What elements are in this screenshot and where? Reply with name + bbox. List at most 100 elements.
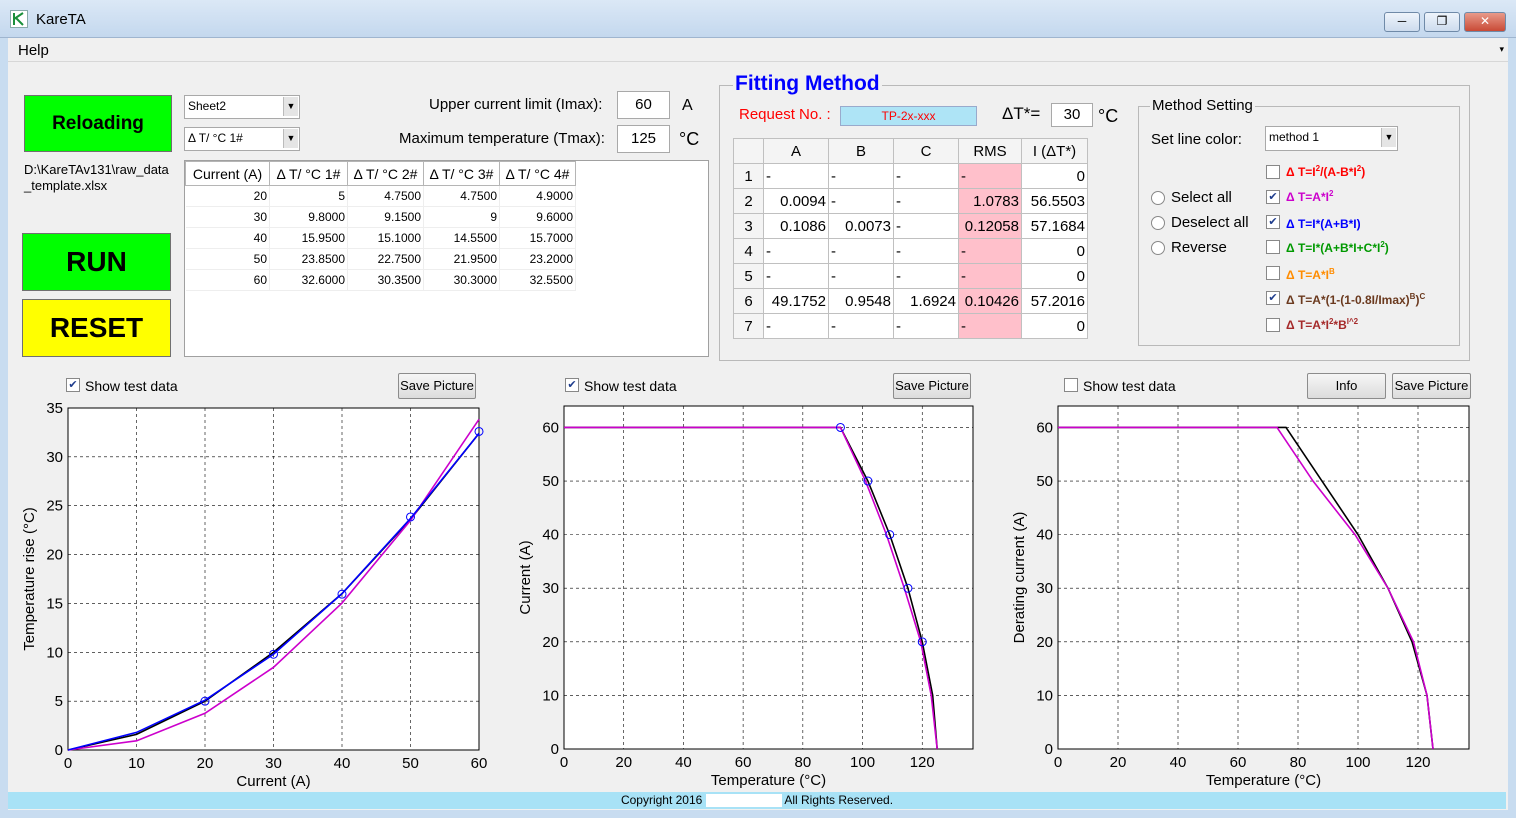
formula-3-label[interactable]: Δ T=I*(A+B*I)	[1286, 217, 1361, 231]
sheet-select[interactable]: Sheet2 ▼	[184, 95, 300, 119]
table-cell[interactable]: 32.6000	[269, 269, 348, 291]
table-cell[interactable]: -	[828, 238, 894, 264]
table-cell[interactable]: 9.1500	[347, 206, 424, 228]
table-cell[interactable]: -	[958, 238, 1022, 264]
table-cell[interactable]: -	[893, 188, 959, 214]
run-button[interactable]: RUN	[22, 233, 171, 291]
row-number[interactable]: 7	[733, 313, 764, 339]
table-row[interactable]: 3 0.1086 0.0073-0.12058 57.1684	[733, 213, 1088, 239]
table-row[interactable]: 20 5 4.7500 4.7500 4.9000	[185, 185, 576, 207]
reverse-radio[interactable]	[1151, 241, 1165, 255]
chevron-down-icon[interactable]: ▼	[283, 129, 298, 148]
data-table-header[interactable]: Current (A)	[185, 161, 270, 186]
formula-5-checkbox[interactable]	[1266, 266, 1280, 280]
deselect-all-label[interactable]: Deselect all	[1171, 214, 1249, 231]
table-cell[interactable]: -	[958, 263, 1022, 289]
table-cell[interactable]: 14.5500	[423, 227, 500, 249]
plot1-show-data-checkbox[interactable]: ✔	[66, 378, 80, 392]
table-cell[interactable]: -	[893, 263, 959, 289]
table-cell[interactable]: 21.9500	[423, 248, 500, 270]
table-cell[interactable]: -	[828, 263, 894, 289]
chevron-down-icon[interactable]: ▼	[1381, 128, 1396, 147]
table-cell[interactable]: 0.1086	[763, 213, 829, 239]
table-cell[interactable]: 32.5500	[499, 269, 576, 291]
menu-overflow-icon[interactable]: ▾	[1499, 44, 1504, 55]
table-cell[interactable]: 1.6924	[893, 288, 959, 314]
table-row[interactable]: 7----0	[733, 313, 1088, 339]
plot2-show-data-checkbox[interactable]: ✔	[565, 378, 579, 392]
menu-help[interactable]: Help	[18, 42, 49, 59]
chevron-down-icon[interactable]: ▼	[283, 97, 298, 116]
reloading-button[interactable]: Reloading	[24, 95, 172, 152]
table-cell[interactable]: 50	[185, 248, 270, 270]
formula-5-label[interactable]: Δ T=A*IB	[1286, 267, 1335, 282]
table-cell[interactable]: -	[828, 188, 894, 214]
formula-1-checkbox[interactable]	[1266, 165, 1280, 179]
table-cell[interactable]: 1.0783	[958, 188, 1022, 214]
table-cell[interactable]: 0.0094	[763, 188, 829, 214]
table-cell[interactable]: -	[893, 313, 959, 339]
table-cell[interactable]: 9	[423, 206, 500, 228]
table-cell[interactable]: 0.9548	[828, 288, 894, 314]
table-cell[interactable]: -	[763, 263, 829, 289]
table-cell[interactable]: 0.10426	[958, 288, 1022, 314]
reset-button[interactable]: RESET	[22, 299, 171, 357]
table-cell[interactable]: 9.6000	[499, 206, 576, 228]
delta-t-input[interactable]: 30	[1051, 103, 1093, 127]
select-all-label[interactable]: Select all	[1171, 189, 1232, 206]
row-number[interactable]: 2	[733, 188, 764, 214]
table-cell[interactable]: 57.2016	[1021, 288, 1088, 314]
row-number[interactable]: 3	[733, 213, 764, 239]
table-cell[interactable]: 4.9000	[499, 185, 576, 207]
column-select[interactable]: Δ T/ °C 1# ▼	[184, 127, 300, 151]
table-cell[interactable]: 56.5503	[1021, 188, 1088, 214]
formula-3-checkbox[interactable]: ✔	[1266, 215, 1280, 229]
table-cell[interactable]: -	[893, 213, 959, 239]
table-cell[interactable]: -	[828, 313, 894, 339]
formula-7-checkbox[interactable]	[1266, 318, 1280, 332]
table-row[interactable]: 2 0.0094- -1.0783 56.5503	[733, 188, 1088, 214]
data-table-header[interactable]: Δ T/ °C 3#	[423, 161, 500, 186]
data-table-header[interactable]: Δ T/ °C 2#	[347, 161, 424, 186]
table-cell[interactable]: 15.1000	[347, 227, 424, 249]
minimize-button[interactable]: ─	[1384, 12, 1420, 32]
table-cell[interactable]: -	[958, 163, 1022, 189]
maximize-button[interactable]: ❐	[1424, 12, 1460, 32]
table-cell[interactable]: 23.8500	[269, 248, 348, 270]
request-number-field[interactable]: TP-2x-xxx	[840, 106, 977, 126]
formula-2-checkbox[interactable]: ✔	[1266, 190, 1280, 204]
row-number[interactable]: 4	[733, 238, 764, 264]
select-all-radio[interactable]	[1151, 191, 1165, 205]
formula-4-label[interactable]: Δ T=I*(A+B*I+C*I2)	[1286, 240, 1389, 255]
formula-2-label[interactable]: Δ T=A*I2	[1286, 189, 1333, 204]
table-cell[interactable]: 30	[185, 206, 270, 228]
row-number[interactable]: 1	[733, 163, 764, 189]
table-cell[interactable]: 5	[269, 185, 348, 207]
table-row[interactable]: 1----0	[733, 163, 1088, 189]
row-number[interactable]: 5	[733, 263, 764, 289]
plot3-show-data-checkbox[interactable]	[1064, 378, 1078, 392]
plot1-show-data-label[interactable]: Show test data	[85, 378, 178, 394]
table-cell[interactable]: 4.7500	[347, 185, 424, 207]
line-color-select[interactable]: method 1 ▼	[1265, 126, 1398, 151]
close-button[interactable]: ✕	[1464, 12, 1506, 32]
table-cell[interactable]: 57.1684	[1021, 213, 1088, 239]
table-row[interactable]: 6 49.1752 0.9548 1.6924 0.10426 57.2016	[733, 288, 1088, 314]
data-table-header[interactable]: Δ T/ °C 1#	[269, 161, 348, 186]
table-row[interactable]: 30 9.8000 9.1500 9 9.6000	[185, 206, 576, 228]
data-table-header[interactable]: Δ T/ °C 4#	[499, 161, 576, 186]
table-cell[interactable]: 0	[1021, 313, 1088, 339]
reverse-label[interactable]: Reverse	[1171, 239, 1227, 256]
table-cell[interactable]: 15.9500	[269, 227, 348, 249]
table-cell[interactable]: 0.0073	[828, 213, 894, 239]
table-cell[interactable]: 4.7500	[423, 185, 500, 207]
table-cell[interactable]: -	[763, 313, 829, 339]
formula-7-label[interactable]: Δ T=A*I2*BI^2	[1286, 317, 1358, 332]
table-row[interactable]: 5----0	[733, 263, 1088, 289]
imax-input[interactable]: 60	[617, 91, 670, 119]
formula-6-checkbox[interactable]: ✔	[1266, 291, 1280, 305]
table-cell[interactable]: 30.3500	[347, 269, 424, 291]
table-cell[interactable]: 23.2000	[499, 248, 576, 270]
formula-4-checkbox[interactable]	[1266, 240, 1280, 254]
deselect-all-radio[interactable]	[1151, 216, 1165, 230]
